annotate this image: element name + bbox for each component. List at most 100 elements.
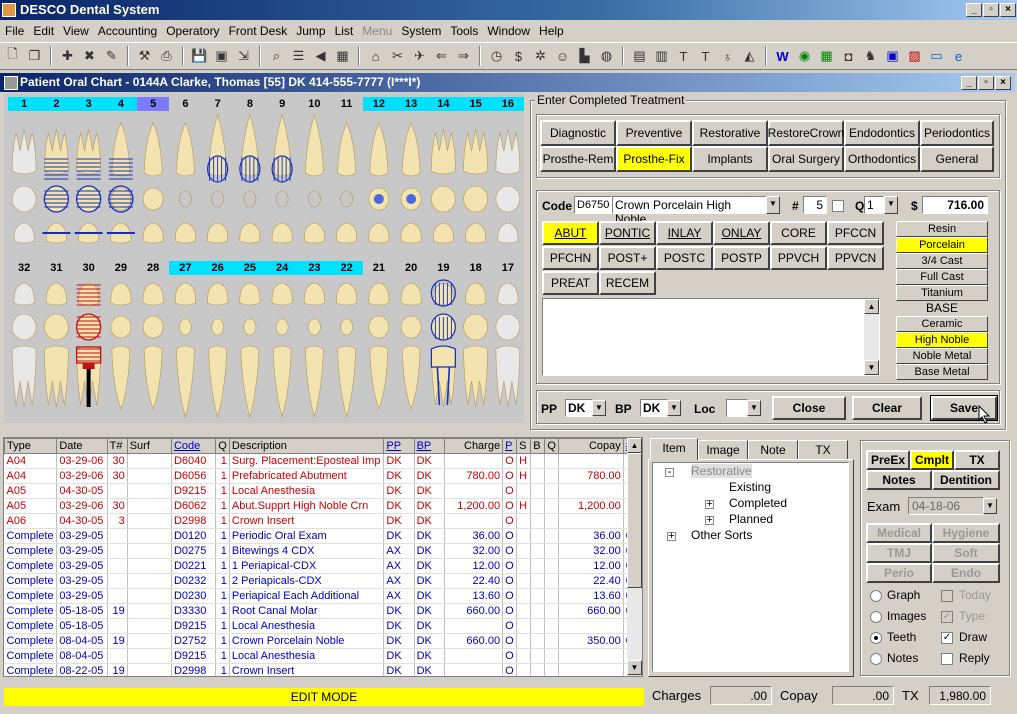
tooth-14[interactable]: [431, 128, 456, 244]
tab-note[interactable]: Note: [748, 440, 798, 460]
scroll-down-icon[interactable]: ▼: [864, 360, 879, 375]
col-header-4[interactable]: Code: [170, 438, 217, 454]
material-3-4-cast[interactable]: 3/4 Cast: [896, 253, 988, 269]
tooth-number-20[interactable]: 20: [395, 261, 427, 275]
proc-onlay[interactable]: ONLAY: [713, 221, 770, 245]
proc-post-[interactable]: POST+: [599, 246, 656, 270]
category-restorative[interactable]: Restorative: [692, 120, 768, 146]
ledger-icon[interactable]: ▤: [630, 47, 649, 66]
tree-root[interactable]: Restorative: [691, 464, 752, 478]
globe-icon[interactable]: ◍: [597, 47, 616, 66]
tooth-23[interactable]: [304, 282, 325, 419]
menu-help[interactable]: Help: [536, 24, 570, 38]
col-header-0[interactable]: Type: [4, 438, 58, 454]
back-icon[interactable]: ⇐: [432, 47, 451, 66]
material-porcelain[interactable]: Porcelain: [896, 237, 988, 253]
preex-button[interactable]: PreEx: [866, 450, 910, 470]
table-row[interactable]: A04 03-29-06 30 D6040 1 Surg. Placement:Epost…: [4, 453, 642, 469]
tooth-10[interactable]: [304, 113, 325, 244]
tooth-number-6[interactable]: 6: [169, 97, 201, 111]
window-icon[interactable]: ▭: [927, 47, 946, 66]
menu-operatory[interactable]: Operatory: [163, 24, 225, 38]
tooth-13[interactable]: [400, 122, 422, 244]
wrench-icon[interactable]: ⚒: [135, 47, 154, 66]
ledger-grid[interactable]: Type Date T# Surf Code Q Description PP BP Charge…: [3, 437, 643, 677]
loc-field[interactable]: [726, 399, 748, 417]
upper-teeth[interactable]: [8, 111, 524, 261]
proc-postp[interactable]: POSTP: [713, 246, 770, 270]
tooth-3[interactable]: [74, 128, 103, 244]
tree-expand-completed-icon[interactable]: +: [705, 499, 714, 510]
menu-jump[interactable]: Jump: [293, 24, 331, 38]
notes-radio[interactable]: [870, 653, 882, 665]
tooth-15[interactable]: [463, 128, 488, 244]
menu-file[interactable]: File: [2, 24, 30, 38]
tooth-number-15[interactable]: 15: [459, 97, 492, 111]
tooth-chart[interactable]: 1 2 3 4 5 6 7 8 9 10 11 12 13 14 15 16 32 31 30 29 28 27 26 25…: [4, 93, 524, 423]
tooth-26[interactable]: [207, 282, 228, 419]
material-titanium[interactable]: Titanium: [896, 285, 988, 301]
tooth-number-23[interactable]: 23: [298, 261, 331, 275]
tooth-11[interactable]: [336, 122, 357, 244]
monitor-icon[interactable]: ▣: [883, 47, 902, 66]
list-icon[interactable]: ☰: [289, 47, 308, 66]
ledger-scroll-up-icon[interactable]: ▲: [627, 438, 642, 453]
category-orthodontics[interactable]: Orthodontics: [844, 146, 920, 172]
calc-icon[interactable]: ▦: [333, 47, 352, 66]
tooth-number-32[interactable]: 32: [8, 261, 40, 275]
lower-teeth[interactable]: [8, 277, 524, 423]
tooth-number-1[interactable]: 1: [8, 97, 41, 111]
dentition-button[interactable]: Dentition: [932, 470, 1000, 490]
tooth-27[interactable]: [175, 282, 196, 419]
proc-postc[interactable]: POSTC: [656, 246, 713, 270]
tab-item[interactable]: Item: [650, 438, 698, 460]
col-header-12[interactable]: B: [530, 438, 546, 454]
tooth-number-17[interactable]: 17: [492, 261, 524, 275]
tooth-number-21[interactable]: 21: [363, 261, 395, 275]
chart-icon[interactable]: ◭: [740, 47, 759, 66]
tooth-number-3[interactable]: 3: [72, 97, 105, 111]
tooth-number-26[interactable]: 26: [201, 261, 234, 275]
tooth-25[interactable]: [239, 282, 261, 419]
tooth-1[interactable]: [11, 128, 37, 244]
col-header-7[interactable]: PP: [383, 438, 415, 454]
tx-icon[interactable]: T: [696, 47, 715, 66]
tooth-29[interactable]: [110, 282, 132, 410]
tools-icon[interactable]: ✂: [388, 47, 407, 66]
camera-icon[interactable]: ◘: [839, 47, 858, 66]
notes-button[interactable]: Notes: [866, 470, 932, 490]
word-icon[interactable]: W: [773, 47, 792, 66]
draw-checkbox[interactable]: ✓: [941, 632, 953, 644]
close-button[interactable]: Close: [772, 396, 846, 420]
code-field[interactable]: D6750: [574, 196, 612, 214]
dollar-icon[interactable]: $: [509, 47, 528, 66]
code-dropdown-icon[interactable]: ▼: [766, 196, 780, 214]
col-header-2[interactable]: T#: [106, 438, 128, 454]
tree-existing[interactable]: Existing: [729, 480, 771, 494]
scroll-up-icon[interactable]: ▲: [864, 299, 879, 314]
ledger-scrollbar[interactable]: ▲ ▼: [627, 438, 642, 676]
tab-tx[interactable]: TX: [798, 440, 848, 460]
category-general[interactable]: General: [920, 146, 994, 172]
col-header-11[interactable]: S: [516, 438, 532, 454]
menu-front-desk[interactable]: Front Desk: [226, 24, 294, 38]
ledger-scroll-thumb[interactable]: [627, 453, 642, 588]
tooth-number-18[interactable]: 18: [460, 261, 492, 275]
table-row[interactable]: Complete 08-04-05 D9215 1 Local Anesthesia DK…: [4, 648, 642, 664]
add-icon[interactable]: ✚: [58, 47, 77, 66]
proc-ppvch[interactable]: PPVCH: [770, 246, 827, 270]
col-header-14[interactable]: Copay: [558, 438, 624, 454]
table-row[interactable]: A06 04-30-05 3 D2998 1 Crown Insert DK DK O: [4, 513, 642, 529]
table-row[interactable]: A05 04-30-05 D9215 1 Local Anesthesia DK DK O: [4, 483, 642, 499]
tree-completed[interactable]: Completed: [729, 496, 787, 510]
table-row[interactable]: Complete 08-04-05 19 D2752 1 Crown Porcelain …: [4, 633, 642, 649]
child-close-button[interactable]: ×: [995, 76, 1011, 90]
col-header-10[interactable]: P: [502, 438, 518, 454]
proc-ppvcn[interactable]: PPVCN: [827, 246, 884, 270]
home-icon[interactable]: ⌂: [366, 47, 385, 66]
tooth-7[interactable]: [207, 113, 229, 244]
loc-dropdown-icon[interactable]: ▼: [747, 400, 761, 416]
tree-expand-planned-icon[interactable]: +: [705, 515, 714, 526]
table-row[interactable]: Complete 08-22-05 19 D2998 1 Crown Insert DK DK…: [4, 663, 642, 676]
clock-icon[interactable]: ◷: [487, 47, 506, 66]
